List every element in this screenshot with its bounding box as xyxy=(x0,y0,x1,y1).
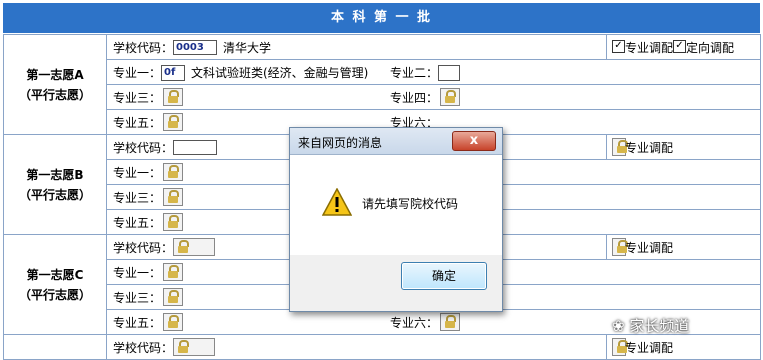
lock-icon[interactable] xyxy=(173,338,215,356)
school-code-input[interactable]: 0003 xyxy=(173,40,217,55)
alert-dialog: 来自网页的消息 x 请先填写院校代码 确定 xyxy=(289,127,503,312)
major2-input[interactable] xyxy=(438,65,460,81)
lock-icon[interactable] xyxy=(163,313,183,331)
choice-c-subtitle: （平行志愿） xyxy=(18,287,91,302)
choice-b-title: 第一志愿B xyxy=(26,167,84,182)
lock-icon[interactable] xyxy=(163,263,183,281)
choice-a-title: 第一志愿A xyxy=(26,67,84,82)
close-button[interactable]: x xyxy=(452,131,496,151)
major1-name: 文科试验班类(经济、金融与管理) xyxy=(191,66,369,80)
lock-icon[interactable] xyxy=(612,238,628,256)
lock-icon[interactable] xyxy=(163,88,183,106)
major2-label: 专业二： xyxy=(390,66,439,80)
school-code-label: 学校代码： xyxy=(113,41,174,55)
wechat-icon: ❀ xyxy=(612,317,625,335)
major5-label: 专业五： xyxy=(113,216,162,230)
major-adjust-label: 专业调配 xyxy=(625,41,674,55)
choice-d-label xyxy=(3,334,107,360)
major3-label: 专业三： xyxy=(113,91,162,105)
school-code-input[interactable] xyxy=(173,140,217,155)
dialog-body: 请先填写院校代码 xyxy=(290,155,502,255)
ok-button[interactable]: 确定 xyxy=(401,262,487,290)
choice-c-label: 第一志愿C （平行志愿） xyxy=(3,234,107,335)
dialog-message: 请先填写院校代码 xyxy=(362,197,459,211)
school-code-label: 学校代码： xyxy=(113,341,174,355)
lock-icon[interactable] xyxy=(163,113,183,131)
major-adjust-label: 专业调配 xyxy=(625,341,674,355)
major3-label: 专业三： xyxy=(113,291,162,305)
lock-icon[interactable] xyxy=(440,313,460,331)
major1-label: 专业一： xyxy=(113,66,162,80)
major-adjust-checkbox[interactable]: ✓ xyxy=(612,40,625,53)
dialog-titlebar[interactable]: 来自网页的消息 x xyxy=(290,128,502,155)
major4-label: 专业四： xyxy=(390,91,439,105)
choice-a-label: 第一志愿A （平行志愿） xyxy=(3,34,107,135)
major5-label: 专业五： xyxy=(113,116,162,130)
school-code-label: 学校代码： xyxy=(113,241,174,255)
watermark-text: 家长频道 xyxy=(629,317,690,335)
school-name: 清华大学 xyxy=(223,41,272,55)
choice-b-label: 第一志愿B （平行志愿） xyxy=(3,134,107,235)
school-code-label: 学校代码： xyxy=(113,141,174,155)
major6-label: 专业六： xyxy=(390,316,439,330)
major5-label: 专业五： xyxy=(113,316,162,330)
lock-icon[interactable] xyxy=(440,88,460,106)
direct-adjust-checkbox[interactable]: ✓ xyxy=(673,40,686,53)
choice-c-title: 第一志愿C xyxy=(26,267,84,282)
lock-icon[interactable] xyxy=(163,188,183,206)
watermark: ❀ 家长频道 xyxy=(612,315,689,336)
major3-label: 专业三： xyxy=(113,191,162,205)
lock-icon[interactable] xyxy=(612,138,628,156)
choice-b-subtitle: （平行志愿） xyxy=(18,187,91,202)
major-adjust-label: 专业调配 xyxy=(625,241,674,255)
lock-icon[interactable] xyxy=(163,213,183,231)
major1-label: 专业一： xyxy=(113,166,162,180)
lock-icon[interactable] xyxy=(163,163,183,181)
dialog-title: 来自网页的消息 xyxy=(298,136,383,150)
lock-icon[interactable] xyxy=(612,338,628,356)
choice-a-subtitle: （平行志愿） xyxy=(18,87,91,102)
major1-label: 专业一： xyxy=(113,266,162,280)
major1-input[interactable]: 0f xyxy=(161,65,185,81)
major-adjust-label: 专业调配 xyxy=(625,141,674,155)
lock-icon[interactable] xyxy=(173,238,215,256)
batch-header: 本 科 第 一 批 xyxy=(3,3,760,33)
lock-icon[interactable] xyxy=(163,288,183,306)
direct-adjust-label: 定向调配 xyxy=(686,41,735,55)
warning-icon xyxy=(322,188,352,216)
